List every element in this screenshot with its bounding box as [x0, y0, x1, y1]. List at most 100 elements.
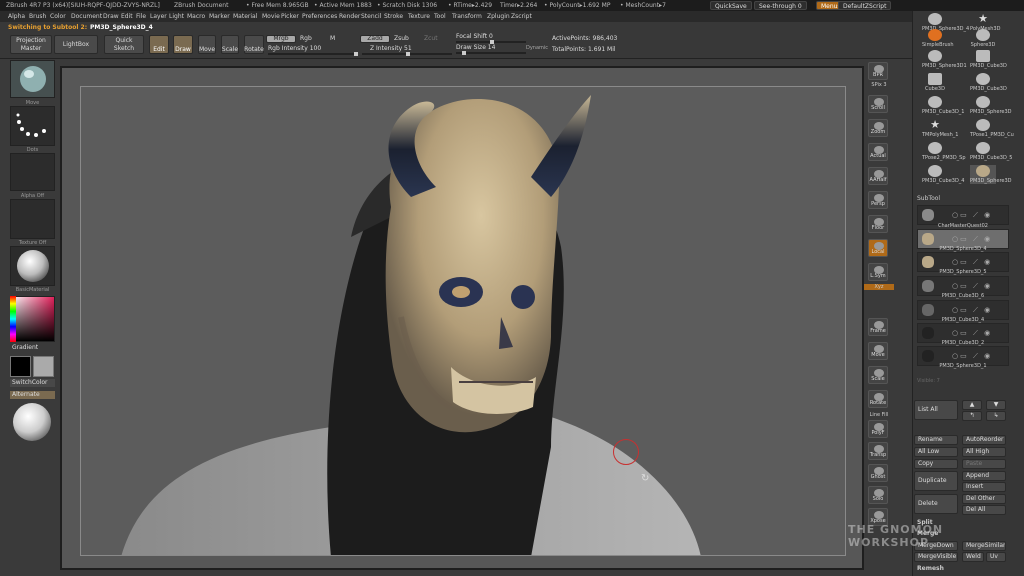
tool-thumb-11[interactable]: ★ TMPolyMesh_1 — [922, 119, 958, 139]
menu-transform[interactable]: Transform — [452, 11, 482, 22]
move-up-arrow-icon[interactable]: ▲ — [962, 400, 982, 410]
m-button[interactable]: M — [330, 35, 335, 42]
menu-macro[interactable]: Macro — [187, 11, 205, 22]
draw-size-track[interactable] — [456, 51, 526, 55]
menu-brush[interactable]: Brush — [29, 11, 46, 22]
menu-stencil[interactable]: Stencil — [361, 11, 381, 22]
z-intensity-slider[interactable]: Z Intensity 51 — [370, 45, 412, 52]
append-button[interactable]: Append — [962, 471, 1006, 481]
move-view-button[interactable]: Move — [868, 342, 888, 360]
copy-button[interactable]: Copy — [914, 459, 958, 469]
subtool-toggles[interactable]: ○▭ ⟋ ◉ — [952, 211, 992, 220]
polyf-button[interactable]: PolyF — [868, 420, 888, 438]
remesh-section[interactable]: Remesh — [917, 565, 944, 572]
subtool-toggles[interactable]: ○▭ ⟋ ◉ — [952, 282, 992, 291]
persp-button[interactable]: Persp — [868, 191, 888, 209]
uv-button[interactable]: Uv — [986, 552, 1006, 562]
subtool-toggles[interactable]: ○▭ ⟋ ◉ — [952, 235, 992, 244]
solo-button[interactable]: Solo — [868, 486, 888, 504]
tool-thumb-3[interactable]: SimpleBrush — [922, 29, 954, 48]
all-high-button[interactable]: All High — [962, 447, 1006, 457]
mergevisible-button[interactable]: MergeVisible — [914, 552, 958, 562]
tool-thumb-12[interactable]: TPose1_PM3D_Cu — [970, 119, 1014, 138]
menu-alpha[interactable]: Alpha — [8, 11, 25, 22]
local-button[interactable]: Local — [868, 239, 888, 257]
weld-button[interactable]: Weld — [962, 552, 984, 562]
stroke-swatch[interactable] — [10, 106, 55, 146]
menu-tool[interactable]: Tool — [434, 11, 446, 22]
subtool-row-1[interactable]: ○▭ ⟋ ◉ — [917, 205, 1009, 225]
z-intensity-track[interactable] — [362, 52, 452, 56]
menu-marker[interactable]: Marker — [209, 11, 230, 22]
subtool-toggles[interactable]: ○▭ ⟋ ◉ — [952, 258, 992, 267]
tool-thumb-10[interactable]: PM3D_Sphere3D — [970, 96, 1012, 115]
dynamic-button[interactable]: Dynamic — [526, 45, 548, 51]
tool-thumb-13[interactable]: TPose2_PM3D_Sp — [922, 142, 966, 161]
edit-button[interactable]: Edit — [149, 35, 169, 54]
actual-button[interactable]: Actual — [868, 143, 888, 161]
rgb-intensity-track[interactable] — [268, 52, 358, 56]
menu-material[interactable]: Material — [233, 11, 257, 22]
main-color[interactable] — [10, 356, 31, 377]
demon-sculpt-model[interactable] — [81, 87, 846, 556]
duplicate-button[interactable]: Duplicate — [914, 471, 958, 491]
rotate-view-button[interactable]: Rotate — [868, 390, 888, 408]
quick-sketch-button[interactable]: Quick Sketch — [104, 35, 144, 54]
transp-button[interactable]: Transp — [868, 442, 888, 460]
subtool-header[interactable]: SubTool — [917, 195, 940, 202]
del-other-button[interactable]: Del Other — [962, 494, 1006, 504]
autoreorder-button[interactable]: AutoReorder — [962, 435, 1006, 445]
subtool-toggles[interactable]: ○▭ ⟋ ◉ — [952, 329, 992, 338]
lightbox-button[interactable]: LightBox — [54, 35, 98, 54]
rotate-button[interactable]: Rotate — [244, 35, 264, 54]
menu-picker[interactable]: Picker — [281, 11, 299, 22]
zsub-button[interactable]: Zsub — [394, 35, 409, 42]
tool-thumb-6[interactable]: PM3D_Cube3D — [970, 50, 1007, 69]
menu-preferences[interactable]: Preferences — [302, 11, 337, 22]
focal-shift-track[interactable] — [456, 40, 526, 44]
tool-thumb-7[interactable]: Cube3D — [922, 73, 948, 92]
menu-movie[interactable]: Movie — [262, 11, 280, 22]
rgb-intensity-slider[interactable]: Rgb Intensity 100 — [268, 45, 321, 52]
menu-draw[interactable]: Draw — [103, 11, 119, 22]
tool-thumb-14[interactable]: PM3D_Cube3D_5 — [970, 142, 1012, 161]
quicksave-button[interactable]: QuickSave — [710, 1, 752, 10]
menu-layer[interactable]: Layer — [150, 11, 167, 22]
see-through-slider[interactable]: See-through 0 — [754, 1, 807, 10]
zcut-button[interactable]: Zcut — [424, 35, 438, 42]
scale-view-button[interactable]: Scale — [868, 366, 888, 384]
insert-button[interactable]: Insert — [962, 482, 1006, 492]
menu-edit[interactable]: Edit — [121, 11, 133, 22]
menu-texture[interactable]: Texture — [408, 11, 430, 22]
rename-button[interactable]: Rename — [914, 435, 958, 445]
shift-down-arrow-icon[interactable]: ↳ — [986, 411, 1006, 421]
focal-shift-slider[interactable]: Focal Shift 0 — [456, 33, 493, 40]
tool-thumb-4[interactable]: Sphere3D — [970, 29, 996, 48]
xyz-button[interactable]: Xyz — [864, 284, 894, 290]
menu-document[interactable]: Document — [71, 11, 102, 22]
floor-button[interactable]: Floor — [868, 215, 888, 233]
bpr-button[interactable]: BPR — [868, 62, 888, 80]
tool-thumb-5[interactable]: PM3D_Sphere3D1 — [922, 50, 967, 69]
spix-slider[interactable]: SPix 3 — [864, 82, 894, 88]
menu-zplugin[interactable]: Zplugin — [487, 11, 510, 22]
del-all-button[interactable]: Del All — [962, 505, 1006, 515]
material-swatch[interactable] — [10, 246, 55, 286]
move-button[interactable]: Move — [198, 35, 216, 54]
switchcolor-button[interactable]: SwitchColor — [10, 379, 55, 387]
zadd-button[interactable]: Zadd — [360, 35, 390, 43]
projection-master-button[interactable]: Projection Master — [10, 35, 52, 54]
draw-button[interactable]: Draw — [173, 35, 193, 54]
mrgb-button[interactable]: Mrgb — [266, 35, 296, 43]
zoom-button[interactable]: Zoom — [868, 119, 888, 137]
menu-color[interactable]: Color — [50, 11, 66, 22]
subtool-toggles[interactable]: ○▭ ⟋ ◉ — [952, 306, 992, 315]
menu-file[interactable]: File — [136, 11, 146, 22]
menu-render[interactable]: Render — [339, 11, 360, 22]
frame-button[interactable]: Frame — [868, 318, 888, 336]
all-low-button[interactable]: All Low — [914, 447, 958, 457]
aahalf-button[interactable]: AAHalf — [868, 167, 888, 185]
secondary-color[interactable] — [33, 356, 54, 377]
brush-swatch[interactable] — [10, 60, 55, 98]
texture-swatch[interactable] — [10, 199, 55, 239]
